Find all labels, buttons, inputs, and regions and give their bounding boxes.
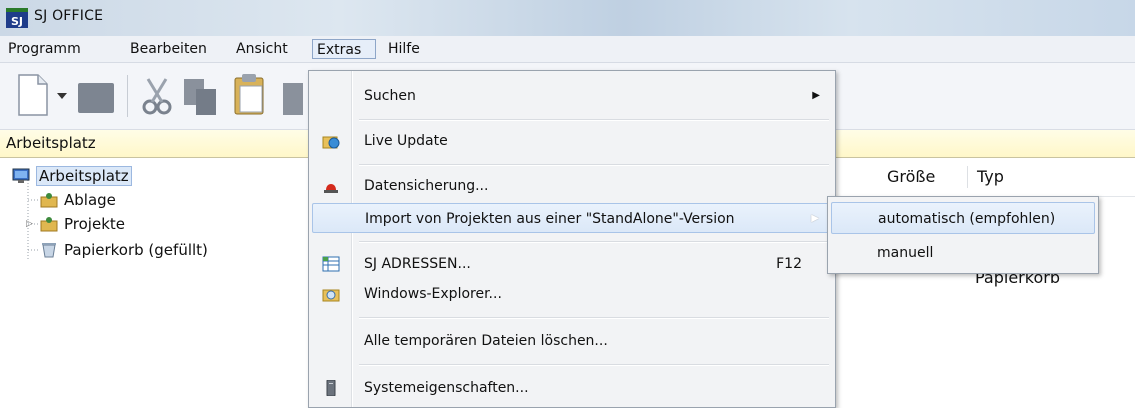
menu-item-label: Windows-Explorer... bbox=[364, 286, 502, 302]
app-icon: SJ bbox=[6, 8, 28, 28]
menu-separator bbox=[359, 364, 829, 366]
submenu-item-label: manuell bbox=[877, 245, 934, 261]
explorer-icon bbox=[322, 289, 340, 302]
submenu-arrow-icon: ▶ bbox=[811, 213, 819, 224]
menu-item-label: Import von Projekten aus einer "StandAlo… bbox=[365, 211, 735, 227]
menu-extras[interactable]: Extras bbox=[312, 39, 376, 59]
menu-bearbeiten[interactable]: Bearbeiten bbox=[126, 39, 211, 59]
save-icon[interactable] bbox=[78, 83, 114, 113]
paste-icon[interactable] bbox=[232, 73, 268, 117]
menu-bar: Programm Bearbeiten Ansicht Extras Hilfe bbox=[0, 36, 1135, 63]
folder-user-icon bbox=[40, 217, 58, 232]
tree-item-label: Papierkorb (gefüllt) bbox=[64, 241, 208, 259]
current-path: Arbeitsplatz bbox=[6, 134, 96, 152]
dropdown-arrow-icon[interactable] bbox=[56, 91, 68, 101]
window-title: SJ OFFICE bbox=[34, 8, 104, 24]
tree-item-arbeitsplatz[interactable]: Arbeitsplatz bbox=[12, 166, 132, 186]
menu-separator bbox=[359, 119, 829, 121]
import-submenu: automatisch (empfohlen) manuell bbox=[827, 196, 1099, 274]
menu-item-label: SJ ADRESSEN... bbox=[364, 256, 471, 272]
copy-icon[interactable] bbox=[182, 77, 220, 117]
new-document-icon[interactable] bbox=[16, 73, 50, 117]
menu-item-live-update[interactable]: Live Update bbox=[312, 126, 832, 156]
menu-item-label: Alle temporären Dateien löschen... bbox=[364, 333, 608, 349]
menu-icon-gutter bbox=[351, 71, 353, 407]
menu-item-label: Datensicherung... bbox=[364, 178, 489, 194]
submenu-item-manuell[interactable]: manuell bbox=[831, 237, 1095, 269]
menu-item-import-standalone[interactable]: Import von Projekten aus einer "StandAlo… bbox=[312, 203, 832, 233]
column-header-type[interactable]: Typ bbox=[977, 163, 1004, 191]
extras-menu: Suchen ▶ Live Update Datensicherung... I… bbox=[308, 70, 836, 408]
menu-separator bbox=[359, 241, 829, 243]
tree-item-ablage[interactable]: Ablage bbox=[40, 190, 116, 210]
submenu-arrow-icon: ▶ bbox=[812, 90, 820, 101]
menu-item-systemeigenschaften[interactable]: Systemeigenschaften... bbox=[312, 373, 832, 403]
menu-item-delete-temp-files[interactable]: Alle temporären Dateien löschen... bbox=[312, 326, 832, 356]
tree-item-label: Projekte bbox=[64, 215, 125, 233]
title-bar: SJ SJ OFFICE bbox=[0, 0, 1135, 36]
cut-icon[interactable] bbox=[140, 75, 174, 117]
submenu-item-automatisch[interactable]: automatisch (empfohlen) bbox=[831, 202, 1095, 234]
menu-item-label: Live Update bbox=[364, 133, 448, 149]
submenu-item-label: automatisch (empfohlen) bbox=[878, 211, 1056, 227]
tree-item-label: Arbeitsplatz bbox=[36, 166, 132, 186]
column-header-size[interactable]: Größe bbox=[887, 163, 935, 191]
toolbar-separator bbox=[127, 75, 128, 117]
system-properties-icon bbox=[326, 380, 336, 396]
menu-hilfe[interactable]: Hilfe bbox=[384, 39, 424, 59]
menu-separator bbox=[359, 317, 829, 319]
siren-icon bbox=[324, 184, 338, 193]
menu-item-suchen[interactable]: Suchen ▶ bbox=[312, 81, 832, 111]
menu-item-shortcut: F12 bbox=[776, 256, 802, 272]
address-book-icon bbox=[322, 256, 340, 272]
menu-item-datensicherung[interactable]: Datensicherung... bbox=[312, 171, 832, 201]
menu-item-sj-adressen[interactable]: SJ ADRESSEN... F12 bbox=[312, 249, 832, 279]
delete-icon[interactable] bbox=[283, 83, 303, 115]
menu-item-windows-explorer[interactable]: Windows-Explorer... bbox=[312, 279, 832, 309]
computer-icon bbox=[12, 168, 30, 183]
live-update-icon bbox=[322, 136, 340, 149]
menu-item-label: Suchen bbox=[364, 88, 416, 104]
recycle-bin-icon bbox=[42, 243, 56, 258]
menu-programm[interactable]: Programm bbox=[4, 39, 85, 59]
tree-item-papierkorb[interactable]: Papierkorb (gefüllt) bbox=[40, 240, 208, 260]
tree-item-label: Ablage bbox=[64, 191, 116, 209]
expand-arrow-icon[interactable]: ▷ bbox=[26, 214, 33, 234]
tree-item-projekte[interactable]: ▷ Projekte bbox=[26, 214, 125, 234]
column-divider bbox=[967, 166, 968, 188]
menu-separator bbox=[359, 164, 829, 166]
folder-tree: Arbeitsplatz Ablage ▷ Projekte Papierkor… bbox=[0, 158, 316, 408]
folder-user-icon bbox=[40, 193, 58, 208]
menu-item-label: Systemeigenschaften... bbox=[364, 380, 529, 396]
menu-ansicht[interactable]: Ansicht bbox=[232, 39, 292, 59]
